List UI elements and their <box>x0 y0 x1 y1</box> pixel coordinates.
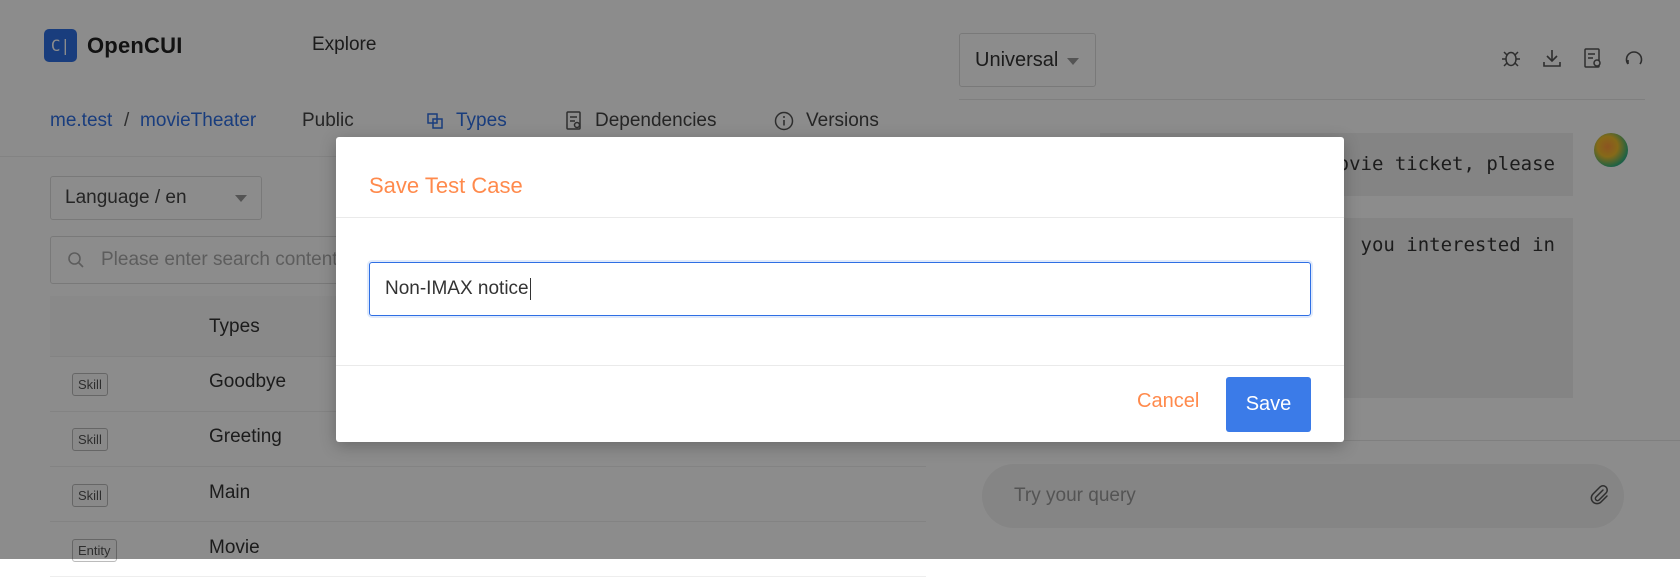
dialog-footer-divider <box>336 365 1344 366</box>
dialog-header-divider <box>336 217 1344 218</box>
cancel-button[interactable]: Cancel <box>1131 382 1205 421</box>
save-test-case-dialog: Save Test Case Non-IMAX notice Cancel Sa… <box>336 137 1344 442</box>
test-case-name-value: Non-IMAX notice <box>385 278 529 299</box>
test-case-name-input[interactable]: Non-IMAX notice <box>369 262 1311 316</box>
dialog-title: Save Test Case <box>369 173 523 198</box>
text-cursor <box>529 278 531 300</box>
save-button[interactable]: Save <box>1226 377 1311 432</box>
